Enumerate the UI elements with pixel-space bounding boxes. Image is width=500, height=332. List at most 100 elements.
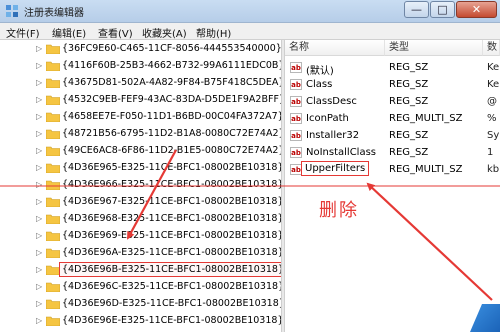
value-row[interactable]: ab ClassDesc REG_SZ @ — [285, 93, 500, 110]
string-value-icon: ab — [290, 79, 302, 90]
folder-icon — [46, 214, 60, 224]
menu-bar: 文件(F) 编辑(E) 查看(V) 收藏夹(A) 帮助(H) — [0, 23, 500, 40]
tree-item[interactable]: ▷ {4D36E96D-E325-11CE-BFC1-08002BE10318} — [0, 295, 281, 313]
value-data: kb — [487, 164, 500, 175]
expand-arrow-icon[interactable]: ▷ — [36, 146, 42, 155]
folder-icon — [46, 248, 60, 258]
expand-arrow-icon[interactable]: ▷ — [36, 299, 42, 308]
tree-item[interactable]: ▷ {4D36E96E-E325-11CE-BFC1-08002BE10318} — [0, 312, 281, 330]
value-data: % — [487, 113, 497, 124]
minimize-icon: — — [411, 3, 422, 16]
expand-arrow-icon[interactable]: ▷ — [36, 265, 42, 274]
registry-values-list[interactable]: 名称 类型 数 ab (默认) REG_SZ Ke ab Class REG_SZ Ke ab C… — [285, 40, 500, 332]
expand-arrow-icon[interactable]: ▷ — [36, 214, 42, 223]
tree-item[interactable]: ▷ {4658EE7E-F050-11D1-B6BD-00C04FA372A7} — [0, 108, 281, 126]
tree-item[interactable]: ▷ {4D36E969-E325-11CE-BFC1-08002BE10318} — [0, 227, 281, 245]
folder-icon — [46, 231, 60, 241]
folder-icon — [46, 163, 60, 173]
tree-item-label: {4D36E965-E325-11CE-BFC1-08002BE10318} — [62, 162, 281, 173]
tree-item[interactable]: ▷ {4D36E96C-E325-11CE-BFC1-08002BE10318} — [0, 278, 281, 296]
folder-icon — [46, 197, 60, 207]
value-row[interactable]: ab IconPath REG_MULTI_SZ% — [285, 110, 500, 127]
tree-item[interactable]: ▷ {4D36E968-E325-11CE-BFC1-08002BE10318} — [0, 210, 281, 228]
tree-item-label: {4D36E96D-E325-11CE-BFC1-08002BE10318} — [62, 298, 281, 309]
expand-arrow-icon[interactable]: ▷ — [36, 44, 42, 53]
title-bar: 注册表编辑器 — □ ✕ — [0, 0, 500, 23]
value-row[interactable]: ab Installer32 REG_SZ Sy — [285, 127, 500, 144]
value-type: REG_SZ — [389, 79, 429, 90]
expand-arrow-icon[interactable]: ▷ — [36, 180, 42, 189]
folder-icon — [46, 282, 60, 292]
tree-item-label: {4D36E96A-E325-11CE-BFC1-08002BE10318} — [62, 247, 281, 258]
tree-item[interactable]: ▷ {49CE6AC8-6F86-11D2-B1E5-0080C72E74A2} — [0, 142, 281, 160]
column-header-name[interactable]: 名称 — [285, 40, 385, 56]
expand-arrow-icon[interactable]: ▷ — [36, 163, 42, 172]
menu-help[interactable]: 帮助(H) — [196, 25, 231, 40]
tree-item-label: {4D36E969-E325-11CE-BFC1-08002BE10318} — [62, 230, 281, 241]
value-data: Sy — [487, 130, 500, 141]
expand-arrow-icon[interactable]: ▷ — [36, 231, 42, 240]
expand-arrow-icon[interactable]: ▷ — [36, 316, 42, 325]
expand-arrow-icon[interactable]: ▷ — [36, 197, 42, 206]
registry-key-tree[interactable]: ▷ {36FC9E60-C465-11CF-8056-444553540000} ▷… — [0, 40, 281, 332]
tree-item[interactable]: ▷ {4D36E966-E325-11CE-BFC1-08002BE10318} — [0, 176, 281, 194]
value-name: (默认) — [306, 66, 334, 77]
expand-arrow-icon[interactable]: ▷ — [36, 112, 42, 121]
tree-item[interactable]: ▷ {43675D81-502A-4A82-9F84-B75F418C5DEA} — [0, 74, 281, 92]
close-button[interactable]: ✕ — [456, 1, 497, 18]
value-type: REG_SZ — [389, 62, 429, 73]
tree-item-label: {43675D81-502A-4A82-9F84-B75F418C5DEA} — [62, 77, 281, 88]
folder-icon — [46, 61, 60, 71]
tree-item-label: {4532C9EB-FEF9-43AC-83DA-D5DE1F9A2BFF} — [62, 94, 281, 105]
column-header-type[interactable]: 类型 — [385, 40, 483, 56]
value-data: Ke — [487, 62, 500, 73]
tree-item[interactable]: ▷ {4D36E965-E325-11CE-BFC1-08002BE10318} — [0, 159, 281, 177]
folder-icon — [46, 265, 60, 275]
column-header-data[interactable]: 数 — [483, 40, 500, 56]
value-name: NoInstallClass — [306, 147, 377, 158]
expand-arrow-icon[interactable]: ▷ — [36, 248, 42, 257]
tree-item-label: {4658EE7E-F050-11D1-B6BD-00C04FA372A7} — [62, 111, 281, 122]
tree-item-label: {4D36E96E-E325-11CE-BFC1-08002BE10318} — [62, 315, 281, 326]
expand-arrow-icon[interactable]: ▷ — [36, 129, 42, 138]
tree-item[interactable]: ▷ {4D36E967-E325-11CE-BFC1-08002BE10318} — [0, 193, 281, 211]
expand-arrow-icon[interactable]: ▷ — [36, 282, 42, 291]
value-type: REG_SZ — [389, 96, 429, 107]
tree-item[interactable]: ▷ {4532C9EB-FEF9-43AC-83DA-D5DE1F9A2BFF} — [0, 91, 281, 109]
value-row[interactable]: ab UpperFilters REG_MULTI_SZ kb — [285, 161, 500, 178]
tree-item-selected[interactable]: ▷ {4D36E96B-E325-11CE-BFC1-08002BE10318} — [0, 261, 281, 279]
value-row[interactable]: ab (默认) REG_SZ Ke — [285, 59, 500, 77]
expand-arrow-icon[interactable]: ▷ — [36, 78, 42, 87]
value-name: IconPath — [306, 113, 349, 124]
folder-icon — [46, 180, 60, 190]
value-data: Ke — [487, 79, 500, 90]
tree-item[interactable]: ▷ {4116F60B-25B3-4662-B732-99A6111EDC0B} — [0, 57, 281, 75]
expand-arrow-icon[interactable]: ▷ — [36, 95, 42, 104]
string-value-icon: ab — [290, 147, 302, 158]
menu-edit[interactable]: 编辑(E) — [52, 25, 86, 40]
tree-item-label: {49CE6AC8-6F86-11D2-B1E5-0080C72E74A2} — [62, 145, 281, 156]
value-name: Class — [306, 79, 333, 90]
folder-icon — [46, 112, 60, 122]
value-name: ClassDesc — [306, 96, 357, 107]
menu-file[interactable]: 文件(F) — [6, 25, 40, 40]
tree-item[interactable]: ▷ {48721B56-6795-11D2-B1A8-0080C72E74A2} — [0, 125, 281, 143]
tree-item-label: {4116F60B-25B3-4662-B732-99A6111EDC0B} — [62, 60, 281, 71]
tree-item[interactable]: ▷ {4D36E96A-E325-11CE-BFC1-08002BE10318} — [0, 244, 281, 262]
menu-favorites[interactable]: 收藏夹(A) — [142, 25, 187, 40]
menu-view[interactable]: 查看(V) — [98, 25, 133, 40]
string-value-icon: ab — [290, 96, 302, 107]
minimize-button[interactable]: — — [404, 1, 429, 18]
string-value-icon: ab — [290, 62, 302, 73]
value-row[interactable]: ab NoInstallClass REG_SZ 1 — [285, 144, 500, 161]
maximize-button[interactable]: □ — [430, 1, 455, 18]
tree-item-label: {36FC9E60-C465-11CF-8056-444553540000} — [62, 43, 281, 54]
expand-arrow-icon[interactable]: ▷ — [36, 61, 42, 70]
value-row[interactable]: ab Class REG_SZ Ke — [285, 76, 500, 93]
tree-item-label: {4D36E966-E325-11CE-BFC1-08002BE10318} — [62, 179, 281, 190]
value-type: REG_MULTI_SZ — [389, 164, 463, 175]
folder-icon — [46, 146, 60, 156]
tree-item-label: {4D36E968-E325-11CE-BFC1-08002BE10318} — [62, 213, 281, 224]
tree-item[interactable]: ▷ {36FC9E60-C465-11CF-8056-444553540000} — [0, 40, 281, 58]
value-type: REG_SZ — [389, 147, 429, 158]
